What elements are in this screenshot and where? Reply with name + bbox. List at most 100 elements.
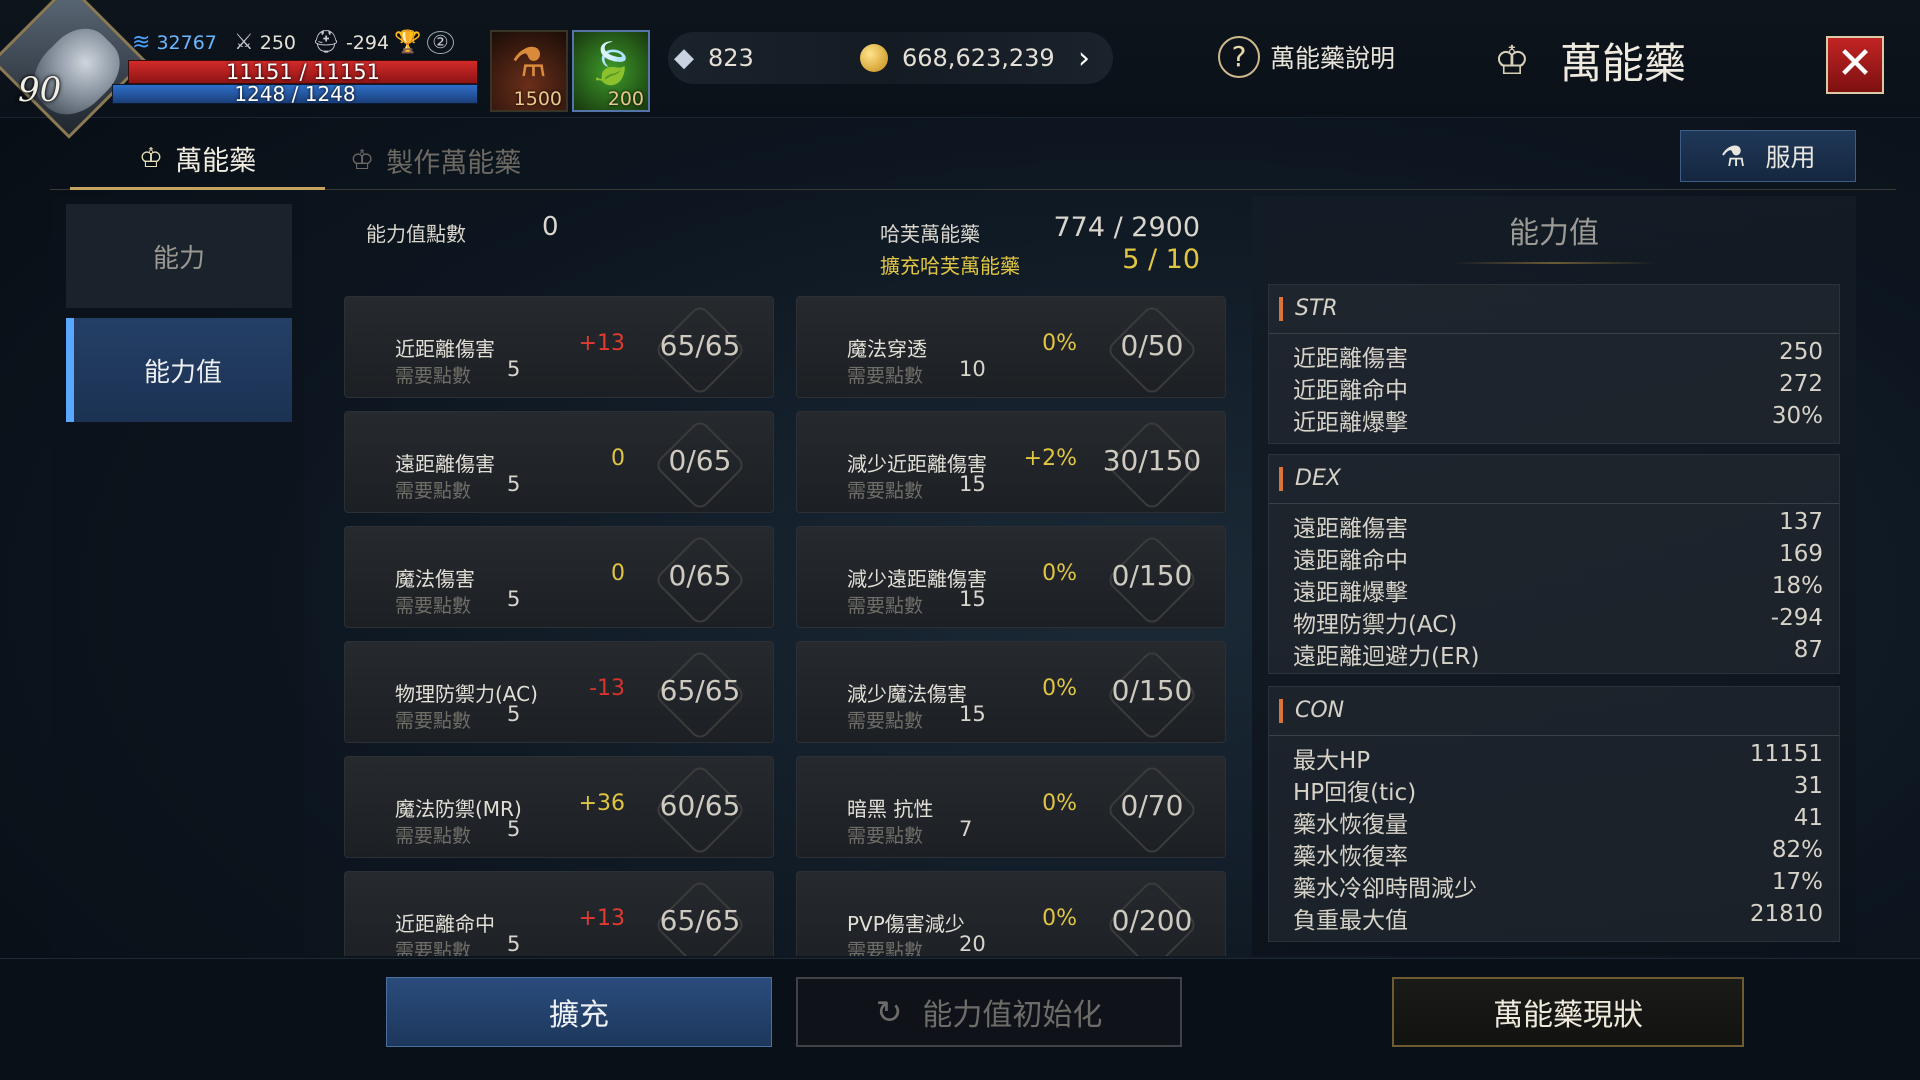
stat-bonus: 0 <box>611 446 625 471</box>
bottom-action-bar: 擴充 ↻ 能力值初始化 萬能藥現狀 <box>0 958 1920 1080</box>
refresh-icon: ↻ <box>875 993 903 1031</box>
trophy-icon: 🏆 <box>394 30 422 55</box>
stat-card[interactable]: 減少遠距離傷害 需要點數 15 0% 0/150 <box>796 526 1226 628</box>
page-title-text: 萬能藥 <box>1559 39 1686 88</box>
stat-key: 遠距離傷害 <box>1293 516 1408 542</box>
stat-name: 暗黑 抗性 <box>847 797 934 821</box>
stat-card[interactable]: 遠距離傷害 需要點數 5 0 0/65 <box>344 411 774 513</box>
need-label: 需要點數 <box>395 710 472 732</box>
need-value: 5 <box>507 587 521 611</box>
stat-bonus: +13 <box>578 331 625 356</box>
stat-name: 減少魔法傷害 <box>847 682 967 706</box>
need-value: 5 <box>507 817 521 841</box>
stat-key: HP回復(tic) <box>1293 780 1417 806</box>
flask-icon: ⚗ <box>1720 139 1746 173</box>
stat-value: 18% <box>1771 573 1823 599</box>
stat-progress: 0/150 <box>1111 674 1193 707</box>
hp-bar: 11151 / 11151 <box>128 60 478 84</box>
stat-key: 近距離爆擊 <box>1293 410 1408 436</box>
close-button[interactable]: ✕ <box>1826 36 1884 94</box>
stat-bonus: +13 <box>578 906 625 931</box>
stat-row: HP回復(tic) 31 <box>1293 773 1823 806</box>
side-item-ability[interactable]: 能力 <box>66 204 292 308</box>
stat-progress: 0/70 <box>1120 789 1184 822</box>
chevron-right-icon[interactable]: › <box>1078 32 1090 84</box>
stat-upgrade-panel: 能力值點數 0 哈芙萬能藥 774 / 2900 擴充哈芙萬能藥 5 / 10 … <box>330 196 1240 956</box>
stat-group-head: STR <box>1279 297 1338 321</box>
need-label: 需要點數 <box>395 480 472 502</box>
stat-name: PVP傷害減少 <box>847 912 965 936</box>
need-label: 需要點數 <box>395 595 472 617</box>
stat-name: 近距離命中 <box>395 912 495 936</box>
mp-text: 1248 / 1248 <box>234 82 356 106</box>
stat-key: 藥水恢復率 <box>1293 844 1408 870</box>
stat-card[interactable]: 近距離命中 需要點數 5 +13 65/65 <box>344 871 774 956</box>
stat-bonus: 0% <box>1042 331 1077 356</box>
crystal-value: 823 <box>708 44 754 72</box>
helmet-icon: ⛑ <box>312 30 340 55</box>
stat-name: 魔法傷害 <box>395 567 475 591</box>
stat-value: 169 <box>1779 541 1823 567</box>
side-item-label: 能力 <box>152 243 205 274</box>
slot-count: 200 <box>607 88 644 110</box>
expand-button-label: 擴充 <box>549 998 609 1033</box>
elixir-emblem-icon: ♔ <box>138 143 164 174</box>
need-label: 需要點數 <box>847 825 924 847</box>
stat-value: 31 <box>1793 773 1823 799</box>
stat-card[interactable]: 減少近距離傷害 需要點數 15 +2% 30/150 <box>796 411 1226 513</box>
side-item-stats[interactable]: 能力值 <box>66 318 292 422</box>
wind-icon: ≋ <box>132 30 151 55</box>
stat-bonus: 0% <box>1042 676 1077 701</box>
trophy-stat[interactable]: 🏆 ② <box>394 30 454 55</box>
stat-group-con: CON 最大HP 11151 HP回復(tic) 31 藥水恢復量 41 藥水恢… <box>1268 686 1840 942</box>
need-value: 5 <box>507 932 521 956</box>
need-label: 需要點數 <box>847 940 924 956</box>
currency-bar: ◆ 823 668,623,239 › <box>668 32 1113 84</box>
gold-currency: 668,623,239 <box>860 32 1055 84</box>
tab-craft-elixir[interactable]: ♔ 製作萬能藥 <box>350 130 521 190</box>
elixir-status-button[interactable]: 萬能藥現狀 <box>1392 977 1744 1047</box>
stat-value: 82% <box>1771 837 1823 863</box>
stat-name: 近距離傷害 <box>395 337 495 361</box>
stat-card[interactable]: 魔法防禦(MR) 需要點數 5 +36 60/65 <box>344 756 774 858</box>
stat-card[interactable]: PVP傷害減少 需要點數 20 0% 0/200 <box>796 871 1226 956</box>
stat-progress: 0/65 <box>668 444 732 477</box>
stat-name: 魔法穿透 <box>847 337 927 361</box>
stat-value: -294 <box>1770 605 1823 631</box>
quick-slot-leaf[interactable]: 🍃 200 <box>572 30 650 112</box>
need-value: 5 <box>507 357 521 381</box>
need-value: 7 <box>959 817 973 841</box>
need-value: 15 <box>959 587 986 611</box>
stat-row: 遠距離傷害 137 <box>1293 509 1823 542</box>
stat-card[interactable]: 減少魔法傷害 需要點數 15 0% 0/150 <box>796 641 1226 743</box>
stat-card[interactable]: 近距離傷害 需要點數 5 +13 65/65 <box>344 296 774 398</box>
stat-card[interactable]: 暗黑 抗性 需要點數 7 0% 0/70 <box>796 756 1226 858</box>
character-level: 90 <box>18 70 62 110</box>
stat-card[interactable]: 物理防禦力(AC) 需要點數 5 -13 65/65 <box>344 641 774 743</box>
elixir-emblem-icon: ♔ <box>1494 37 1530 84</box>
crystal-currency: ◆ 823 <box>674 32 754 84</box>
stat-name: 遠距離傷害 <box>395 452 495 476</box>
help-button[interactable]: ? 萬能藥說明 <box>1218 36 1395 78</box>
stat-key: 最大HP <box>1293 748 1371 774</box>
stat-group-head: DEX <box>1279 467 1341 491</box>
leaf-icon: 🍃 <box>586 41 636 87</box>
tab-label: 製作萬能藥 <box>386 147 522 179</box>
gold-value: 668,623,239 <box>902 44 1055 72</box>
tab-elixir[interactable]: ♔ 萬能藥 <box>70 130 325 190</box>
expand-button[interactable]: 擴充 <box>386 977 772 1047</box>
use-button[interactable]: ⚗ 服用 <box>1680 130 1856 182</box>
stat-progress: 0/200 <box>1111 904 1193 937</box>
haf-elixir-value: 774 / 2900 <box>1053 212 1200 243</box>
sword-icon: ⚔ <box>234 30 254 55</box>
stats-summary-panel: 能力值 STR 近距離傷害 250 近距離命中 272 近距離爆擊 30% DE… <box>1252 196 1856 956</box>
stat-key: 近距離傷害 <box>1293 346 1408 372</box>
stat-bonus: 0% <box>1042 791 1077 816</box>
quick-slot-potion[interactable]: ⚗ 1500 <box>490 30 568 112</box>
stat-value: 17% <box>1771 869 1823 895</box>
stat-progress: 0/65 <box>668 559 732 592</box>
reset-stats-button[interactable]: ↻ 能力值初始化 <box>796 977 1182 1047</box>
stat-points-label: 能力值點數 <box>366 222 466 246</box>
stat-card[interactable]: 魔法穿透 需要點數 10 0% 0/50 <box>796 296 1226 398</box>
stat-card[interactable]: 魔法傷害 需要點數 5 0 0/65 <box>344 526 774 628</box>
